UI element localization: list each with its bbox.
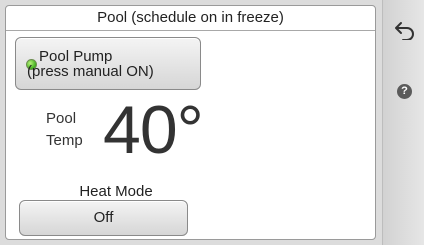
pool-pump-button[interactable]: Pool Pump (press manual ON) [15,37,201,90]
pool-temp-label-line1: Pool [46,110,77,127]
pool-temp-value: 40° [103,92,204,168]
heat-mode-button[interactable]: Off [19,200,188,236]
pool-temp-label: Pool Temp [46,108,83,152]
pool-pump-hint: (press manual ON) [27,63,154,80]
pool-control-screen: Pool (schedule on in freeze) Pool Pump (… [0,0,424,245]
right-sidebar: ? [382,0,424,245]
help-icon[interactable]: ? [397,84,412,99]
main-panel: Pool (schedule on in freeze) Pool Pump (… [5,5,376,240]
pool-temp-label-line2: Temp [46,132,83,149]
heat-mode-label: Heat Mode [79,183,153,200]
back-arrow-icon[interactable] [394,20,416,40]
page-title: Pool (schedule on in freeze) [6,6,375,31]
